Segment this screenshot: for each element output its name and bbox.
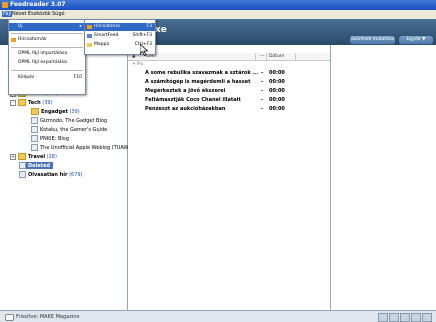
- column-date[interactable]: Dátum: [269, 54, 284, 59]
- article-title[interactable]: Pénzeszt az aukcióházakban: [145, 106, 225, 112]
- feed-icon: [11, 38, 16, 42]
- article-time: 00:00: [269, 97, 285, 103]
- article-dash: -: [260, 97, 264, 103]
- feed-icon: [87, 25, 92, 29]
- file-menu: Új ▸ Hírcsatornák OPML fájl importálása O…: [8, 19, 86, 95]
- menu-item-opml-export[interactable]: OPML fájl exportálása: [9, 59, 85, 67]
- folder-icon: [87, 43, 92, 47]
- feed-icon: [31, 126, 38, 133]
- tree-item-kotaku[interactable]: Kotaku, the Gamer's Guide: [31, 126, 107, 133]
- article-time: 00:00: [269, 79, 285, 85]
- menu-tools[interactable]: Eszközök: [28, 11, 51, 17]
- app-icon: [2, 2, 8, 8]
- menu-item-opml-import[interactable]: OPML fájl importálása: [9, 50, 85, 58]
- collapse-icon[interactable]: ▾: [133, 62, 135, 67]
- column-dash: —: [260, 54, 265, 59]
- smartfeed-icon: [87, 34, 92, 38]
- menu-view[interactable]: Nézet: [12, 11, 26, 17]
- tree-item-tuaw[interactable]: The Unofficial Apple Weblog (TUAW): [31, 144, 130, 151]
- article-dash: -: [260, 88, 264, 94]
- menu-item-new[interactable]: Új ▸: [9, 23, 85, 31]
- article-title[interactable]: A some rebulika szavazmak a sztárok ...: [145, 70, 258, 76]
- menu-item-new-feed[interactable]: Hírcsatorna F3: [85, 23, 155, 31]
- article-dash: -: [260, 70, 264, 76]
- status-text: Frissítve: MAKE Magazine: [16, 314, 80, 320]
- article-preview-pane: [331, 45, 436, 310]
- tree-item-blog[interactable]: PNKIE: Blog: [31, 135, 69, 142]
- article-dash: -: [260, 106, 264, 112]
- feed-icon: [31, 144, 38, 151]
- article-time: 00:00: [269, 70, 285, 76]
- article-title[interactable]: Megérkeztek a jövő ékszerei: [145, 88, 225, 94]
- menu-item-exit[interactable]: Kilépés F10: [9, 74, 85, 82]
- mouse-cursor-icon: [140, 44, 148, 56]
- article-title[interactable]: Feltámasztják Coco Chanel illatait: [145, 97, 241, 103]
- article-title[interactable]: A számítógép is megérdemli a hasset: [145, 79, 251, 85]
- folder-icon: [18, 153, 26, 160]
- app-window: Feedreader 3.07 Fájl Nézet Eszközök Súgó…: [0, 0, 436, 322]
- tree-item-tech[interactable]: - Tech (39): [10, 99, 53, 106]
- feed-icon: [31, 108, 39, 115]
- menu-help[interactable]: Súgó: [52, 11, 65, 17]
- menu-item-new-smartfeed[interactable]: SmartFeed Shift+F3: [85, 32, 155, 40]
- title-bar[interactable]: Feedreader 3.07: [0, 0, 436, 10]
- feed-icon: [31, 135, 38, 142]
- tree-item-travel[interactable]: + Travel (28): [10, 153, 57, 160]
- unread-icon: [19, 171, 26, 178]
- menu-file[interactable]: Fájl: [2, 11, 13, 17]
- feed-icon: [31, 117, 38, 124]
- folder-icon: [18, 99, 26, 106]
- group-header-today: ▾ Ma: [133, 62, 144, 67]
- expand-icon[interactable]: +: [10, 153, 16, 160]
- tree-item-gizmodo[interactable]: Gizmodo, The Gadget Blog: [31, 117, 107, 124]
- show-filters-button[interactable]: Szűrések mutatása: [349, 35, 396, 45]
- article-list: ▲ Cím — Dátum ▾ Ma A some rebulika szava…: [128, 45, 331, 310]
- collapse-icon[interactable]: -: [10, 99, 16, 106]
- status-bar: Frissítve: MAKE Magazine: [0, 310, 436, 322]
- article-time: 00:00: [269, 106, 285, 112]
- trash-icon: [19, 162, 26, 169]
- tree-item-engadget[interactable]: Engadget (39): [31, 108, 80, 115]
- article-time: 00:00: [269, 88, 285, 94]
- menu-item-subscriptions[interactable]: Hírcsatornák: [9, 36, 85, 44]
- tree-item-deleted[interactable]: Deleted: [19, 162, 54, 169]
- article-dash: -: [260, 79, 264, 85]
- more-button[interactable]: Egyéb ▼: [398, 35, 434, 45]
- list-column-header: ▲ Cím — Dátum: [128, 53, 330, 61]
- tree-item-unread[interactable]: Olvasatlan hír (679): [19, 171, 83, 178]
- window-title: Feedreader 3.07: [10, 1, 66, 8]
- header-title: xe: [155, 25, 167, 35]
- update-icon: [5, 314, 14, 321]
